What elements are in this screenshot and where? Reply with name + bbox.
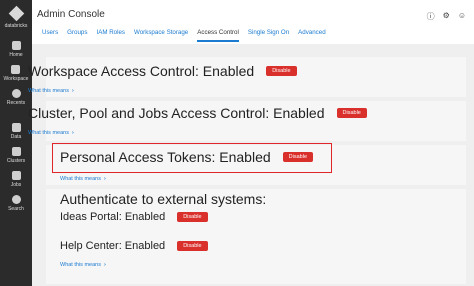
external-auth-heading-row: Authenticate to external systems: [60, 191, 266, 207]
sidebar-item-label: Workspace [3, 76, 29, 82]
sidebar-item-recents[interactable]: Recents [7, 89, 25, 106]
tab-access-control[interactable]: Access Control [197, 29, 239, 42]
calendar-icon [11, 171, 21, 180]
disable-help-center-button[interactable]: Disable [177, 241, 208, 251]
tab-groups[interactable]: Groups [67, 29, 87, 42]
disable-ideas-portal-button[interactable]: Disable [177, 212, 208, 222]
cluster-access-row: Cluster, Pool and Jobs Access Control: E… [28, 105, 367, 121]
workspace-access-row: Workspace Access Control: Enabled Disabl… [28, 63, 297, 79]
sidebar-item-home[interactable]: Home [9, 41, 23, 58]
sidebar-item-search[interactable]: Search [8, 195, 24, 212]
tab-bar: Users Groups IAM Roles Workspace Storage… [42, 29, 335, 42]
disable-workspace-access-button[interactable]: Disable [266, 66, 297, 76]
external-auth-heading: Authenticate to external systems: [60, 191, 267, 207]
search-icon [11, 195, 21, 204]
sidebar-item-data[interactable]: Data [10, 123, 22, 140]
chevron-right-icon: › [71, 130, 74, 136]
tab-advanced[interactable]: Advanced [298, 29, 326, 42]
chevron-right-icon: › [71, 88, 74, 94]
cluster-access-status: Cluster, Pool and Jobs Access Control: E… [28, 105, 325, 121]
tab-single-sign-on[interactable]: Single Sign On [248, 29, 289, 42]
page-title: Admin Console [37, 9, 105, 20]
brand-name: databricks [4, 23, 28, 29]
ideas-portal-row: Ideas Portal: Enabled Disable [60, 211, 208, 223]
home-icon [11, 41, 21, 50]
sidebar-item-label: Recents [6, 100, 26, 106]
disable-cluster-access-button[interactable]: Disable [336, 108, 367, 118]
what-this-means-link[interactable]: What this means › [28, 130, 74, 136]
sidebar-item-clusters[interactable]: Clusters [7, 147, 25, 164]
databricks-logo-icon [8, 5, 24, 22]
sidebar-item-label: Data [10, 134, 22, 140]
brand[interactable]: databricks [0, 0, 32, 29]
tab-workspace-storage[interactable]: Workspace Storage [134, 29, 188, 42]
what-this-means-link[interactable]: What this means › [60, 176, 106, 182]
link-label: What this means [28, 130, 69, 136]
help-center-status: Help Center: Enabled [60, 240, 166, 252]
personal-tokens-row: Personal Access Tokens: Enabled Disable [60, 149, 313, 165]
link-label: What this means [60, 262, 101, 268]
disable-personal-tokens-button[interactable]: Disable [282, 152, 313, 162]
sidebar-item-label: Jobs [10, 182, 22, 188]
help-center-row: Help Center: Enabled Disable [60, 240, 208, 252]
workspace-access-status: Workspace Access Control: Enabled [28, 63, 255, 79]
chevron-right-icon: › [103, 176, 106, 182]
sidebar-item-workspace[interactable]: Workspace [3, 65, 29, 82]
clock-icon [11, 89, 21, 98]
personal-tokens-status: Personal Access Tokens: Enabled [60, 149, 271, 165]
database-icon [11, 123, 21, 132]
tab-iam-roles[interactable]: IAM Roles [96, 29, 125, 42]
help-icon[interactable]: ⓘ [427, 11, 435, 22]
header-icons: ⓘ ⚙ ☺ [427, 11, 466, 22]
chevron-right-icon: › [103, 262, 106, 268]
folder-icon [11, 65, 21, 74]
gear-icon[interactable]: ⚙ [443, 11, 450, 22]
link-label: What this means [60, 176, 101, 182]
sidebar: databricks Home Workspace Recents Data C… [0, 0, 32, 286]
sidebar-item-jobs[interactable]: Jobs [10, 171, 22, 188]
user-icon[interactable]: ☺ [458, 11, 466, 22]
sidebar-item-label: Search [8, 206, 24, 212]
sidebar-item-label: Home [9, 52, 23, 58]
ideas-portal-status: Ideas Portal: Enabled [60, 211, 166, 223]
cloud-icon [11, 147, 21, 156]
what-this-means-link[interactable]: What this means › [60, 262, 106, 268]
tab-users[interactable]: Users [42, 29, 58, 42]
header: Admin Console ⓘ ⚙ ☺ Users Groups IAM Rol… [32, 0, 474, 44]
sidebar-item-label: Clusters [6, 158, 26, 164]
what-this-means-link[interactable]: What this means › [28, 88, 74, 94]
link-label: What this means [28, 88, 69, 94]
